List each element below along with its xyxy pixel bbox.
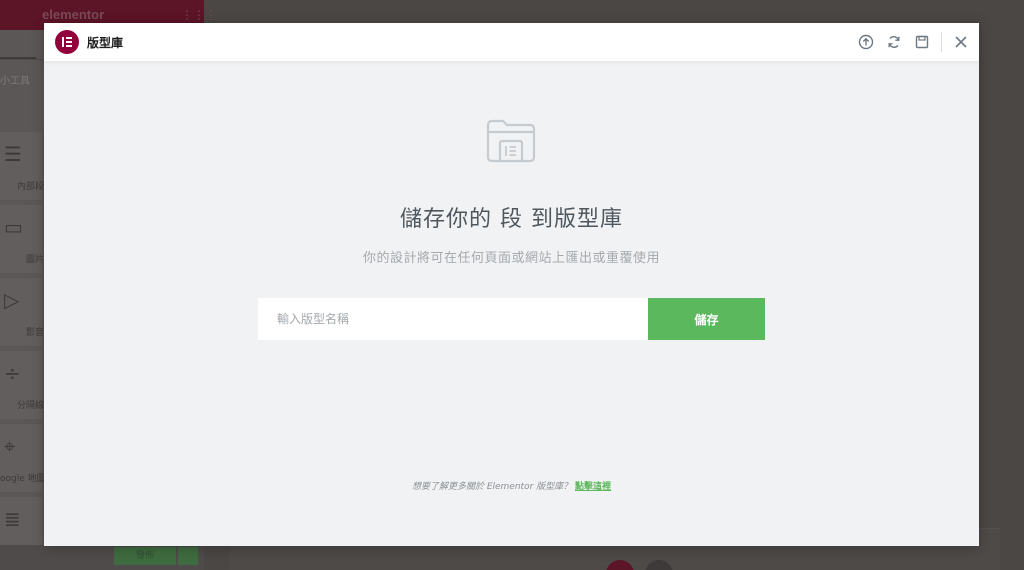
text-editor-icon: ≣ <box>4 507 21 531</box>
image-icon: ▭ <box>4 215 23 239</box>
widget-label: 分隔線 <box>16 401 44 411</box>
save-button[interactable]: 儲存 <box>648 298 765 340</box>
elementor-logo-icon <box>55 30 79 54</box>
folder-icon <box>485 115 537 167</box>
modal-subheading: 你的設計將可在任何頁面或網站上匯出或重覆使用 <box>362 251 660 266</box>
footer-text: 想要了解更多關於 Elementor 版型庫？ <box>411 482 573 492</box>
widget-image: ▭ 圖片 <box>0 205 44 273</box>
footer-note: 想要了解更多關於 Elementor 版型庫？ 點擊這裡 <box>44 479 979 492</box>
publish-button: 發佈 <box>114 547 176 565</box>
widget-video: ▷ 影音 <box>0 278 44 346</box>
widget-label: 內部段 <box>16 182 44 192</box>
template-name-input[interactable] <box>258 298 648 340</box>
divider-icon: ÷ <box>4 361 21 385</box>
close-icon[interactable] <box>952 33 970 51</box>
modal-heading: 儲存你的 段 到版型庫 <box>400 207 623 232</box>
widget-label: oogle 地圖 <box>0 474 46 484</box>
learn-more-link[interactable]: 點擊這裡 <box>575 482 611 492</box>
sync-icon[interactable] <box>885 33 903 51</box>
widget-label: 影音 <box>25 328 44 338</box>
publish-options-button <box>178 547 198 565</box>
editor-active-tab-indicator <box>0 57 36 59</box>
map-icon: ⌖ <box>4 434 16 458</box>
widget-google-map: ⌖ oogle 地圖 <box>0 424 46 492</box>
widget-inner-section: ☰ 內部段 <box>0 132 44 200</box>
header-divider <box>941 32 942 52</box>
video-icon: ▷ <box>4 288 20 312</box>
template-library-modal: 版型庫 儲存你的 段 到版型庫 你的設計將可在任何頁面或網站上匯出或重覆使用 儲… <box>44 23 979 546</box>
inner-section-icon: ☰ <box>4 142 22 166</box>
widget-divider: ÷ 分隔線 <box>0 351 44 419</box>
modal-title: 版型庫 <box>87 36 124 50</box>
modal-header: 版型庫 <box>44 23 979 62</box>
widget-label: 圖片 <box>25 255 44 265</box>
save-icon[interactable] <box>913 33 931 51</box>
upload-icon[interactable] <box>857 33 875 51</box>
editor-search-hint: 小工具 <box>0 76 30 87</box>
editor-logo: elementor <box>42 7 105 22</box>
apps-grid-icon: ⋮⋮⋮ <box>181 8 217 22</box>
